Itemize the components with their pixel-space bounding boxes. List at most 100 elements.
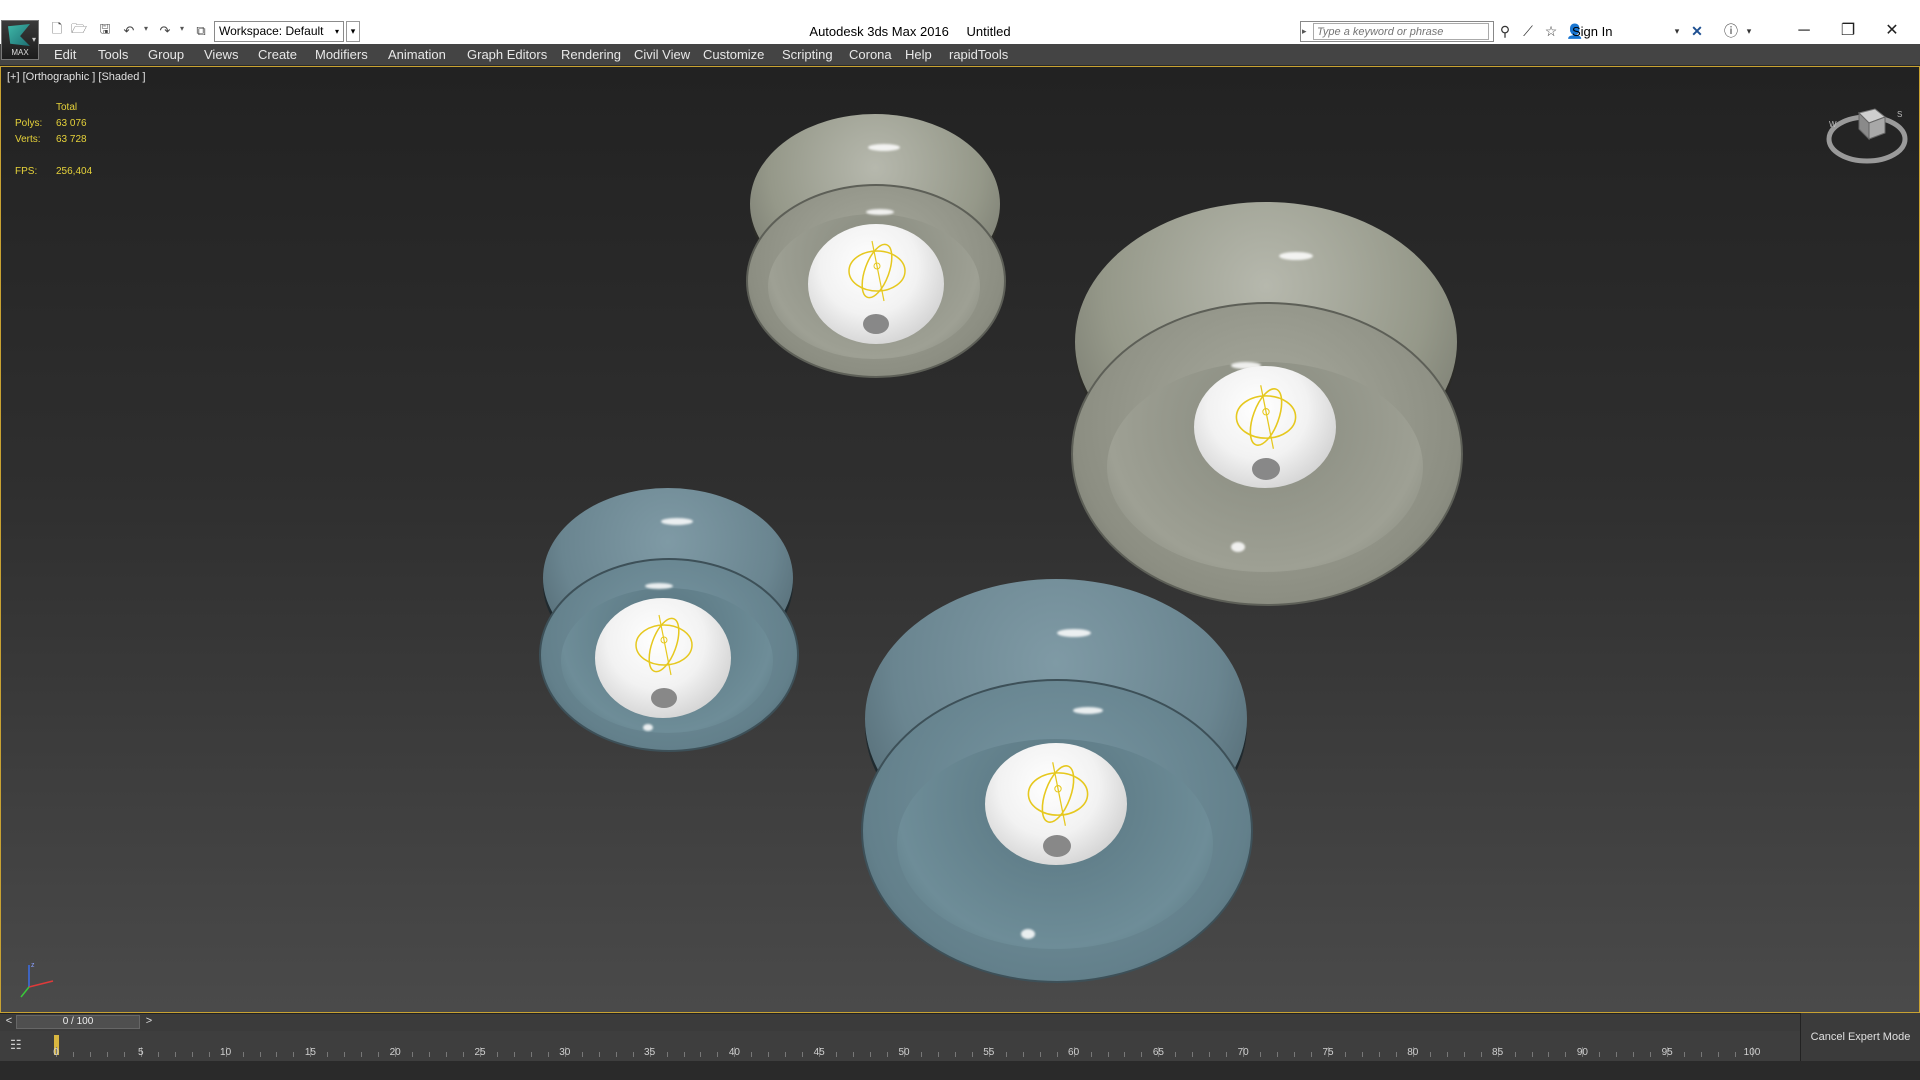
track-tick [547,1052,549,1057]
menu-corona[interactable]: Corona [849,47,892,62]
undo-icon[interactable]: ↶ [120,22,138,40]
track-tick-label: 45 [813,1047,825,1058]
menu-animation[interactable]: Animation [388,47,446,62]
track-tick [1616,1052,1618,1057]
menu-group[interactable]: Group [148,47,184,62]
track-tick [1107,1052,1109,1057]
cancel-expert-mode-button[interactable]: Cancel Expert Mode [1800,1013,1920,1061]
viewcube-icon[interactable]: W S [1823,97,1911,167]
track-tick-label: 20 [389,1047,401,1058]
lamp-shade-gray-large[interactable] [1071,202,1463,612]
track-tick [106,1052,108,1057]
track-tick [1277,1052,1279,1057]
light-gizmo-icon[interactable] [1021,757,1095,831]
track-tick [1684,1052,1686,1057]
time-slider-thumb[interactable]: 0 / 100 [16,1015,140,1029]
title-bar: ▾ MAX 🗋 🗁 🖫 ↶ ▾ ↷ ▾ ⧉ Workspace: Default… [0,0,1920,60]
track-tick [1735,1052,1737,1057]
track-tick [513,1052,515,1057]
track-tick [1701,1052,1703,1057]
menu-help[interactable]: Help [905,47,932,62]
close-icon[interactable]: ✕ [1870,18,1914,44]
track-tick [1548,1052,1550,1057]
track-tick [802,1052,804,1057]
customize-toolbar-icon[interactable]: ▾ [346,21,360,42]
subscription-icon[interactable]: ⟋ [1519,22,1537,40]
menu-edit[interactable]: Edit [54,47,76,62]
track-tick-label: 30 [559,1047,571,1058]
binoculars-icon[interactable]: ⚲ [1496,22,1514,40]
track-tick [1650,1052,1652,1057]
menu-create[interactable]: Create [258,47,297,62]
project-folder-icon[interactable]: ⧉ [192,22,210,40]
track-ruler[interactable]: 0 5 10 15 20 25 30 35 40 45 50 55 60 65 70 75 80 85 90 95 10… [53,1031,1760,1061]
chevron-down-icon: ▾ [31,35,36,44]
new-file-icon[interactable]: 🗋 [48,21,66,40]
search-input[interactable] [1313,23,1489,40]
time-slider-next-button[interactable]: > [142,1015,156,1027]
undo-dropdown-icon[interactable]: ▾ [144,24,148,33]
track-tick [1294,1052,1296,1057]
redo-icon[interactable]: ↷ [156,22,174,40]
restore-icon[interactable]: ❐ [1826,18,1870,44]
redo-dropdown-icon[interactable]: ▾ [180,24,184,33]
polys-label: Polys: [15,118,43,129]
curve-editor-toggle-icon[interactable]: ☷ [10,1037,32,1055]
track-tick [1226,1052,1228,1057]
menu-customize[interactable]: Customize [703,47,764,62]
track-tick [1175,1052,1177,1057]
help-icon[interactable]: ⓘ [1722,22,1740,40]
track-tick [429,1052,431,1057]
menu-graph-editors[interactable]: Graph Editors [467,47,547,62]
expand-arrow-icon[interactable]: ▸ [1302,26,1307,37]
track-tick-label: 80 [1407,1047,1419,1058]
menu-tools[interactable]: Tools [98,47,128,62]
light-gizmo-icon[interactable] [629,610,699,680]
track-tick [1718,1052,1720,1057]
sign-in-link[interactable]: Sign In [1572,24,1612,39]
track-tick [785,1052,787,1057]
fps-label: FPS: [15,166,38,177]
open-folder-icon[interactable]: 🗁 [70,21,88,40]
exchange-icon[interactable]: ✕ [1688,22,1706,40]
track-tick-label: 40 [728,1047,740,1058]
chevron-down-icon[interactable]: ▾ [1740,22,1758,40]
menu-rendering[interactable]: Rendering [561,47,621,62]
verts-label: Verts: [15,134,41,145]
track-tick [920,1052,922,1057]
light-gizmo-icon[interactable] [842,236,912,306]
minimize-icon[interactable]: ─ [1782,18,1826,44]
perspective-viewport[interactable]: [+] [Orthographic ] [Shaded ] Total Poly… [0,66,1920,1013]
track-tick [1209,1052,1211,1057]
light-gizmo-icon[interactable] [1229,380,1303,454]
track-tick [72,1052,74,1057]
track-bar[interactable]: ☷ 0 5 10 15 20 25 30 35 40 45 50 55 60 65 70 75 80 85 90 95… [0,1031,1800,1061]
track-tick-label: 35 [644,1047,656,1058]
track-tick [853,1052,855,1057]
lamp-shade-gray-small[interactable] [746,114,1006,384]
track-tick [836,1052,838,1057]
search-box[interactable]: ▸ [1300,21,1494,42]
menu-views[interactable]: Views [204,47,238,62]
max-logo-icon [8,24,30,46]
track-tick-label: 15 [304,1047,316,1058]
track-tick [768,1052,770,1057]
chevron-down-icon[interactable]: ▾ [1668,22,1686,40]
track-tick [208,1052,210,1057]
menu-civil-view[interactable]: Civil View [634,47,690,62]
application-menu-button[interactable]: ▾ MAX [1,20,39,60]
menu-modifiers[interactable]: Modifiers [315,47,368,62]
track-tick [191,1052,193,1057]
window-title: Autodesk 3ds Max 2016 Untitled [700,24,1120,39]
track-tick [1395,1052,1397,1057]
lamp-shade-blue-small[interactable] [539,488,799,758]
time-slider-prev-button[interactable]: < [2,1015,16,1027]
star-icon[interactable]: ☆ [1542,22,1560,40]
time-slider[interactable]: < 0 / 100 > [0,1013,1800,1031]
viewport-label[interactable]: [+] [Orthographic ] [Shaded ] [7,71,146,83]
menu-rapidtools[interactable]: rapidTools [949,47,1008,62]
menu-scripting[interactable]: Scripting [782,47,833,62]
lamp-shade-blue-large[interactable] [861,579,1253,989]
workspace-selector[interactable]: Workspace: Default ▾ [214,21,344,42]
save-icon[interactable]: 🖫 [96,21,114,40]
